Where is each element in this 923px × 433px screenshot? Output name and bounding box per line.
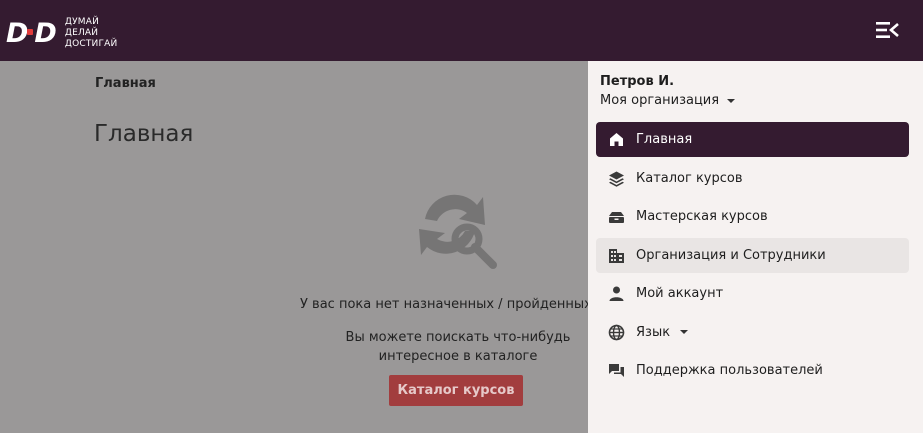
organization-select[interactable]: Моя организация — [600, 93, 736, 108]
nav-item-label: Мой аккаунт — [636, 286, 724, 301]
globe-icon — [608, 324, 625, 341]
person-icon — [608, 285, 625, 302]
menu-collapse-button[interactable] — [874, 18, 902, 42]
caret-down-icon — [680, 330, 689, 334]
menu-collapse-icon — [876, 22, 899, 38]
nav-item-label: Организация и Сотрудники — [636, 247, 826, 263]
drawer-nav: Главная Каталог курсов Мастерская курсов… — [596, 122, 909, 392]
page-title: Главная — [94, 121, 194, 147]
caret-down-icon — [727, 98, 736, 103]
main-content: Главная Главная У вас пока нет назначенн… — [0, 61, 620, 433]
user-name: Петров И. — [600, 74, 675, 89]
nav-item-workshop[interactable]: Мастерская курсов — [596, 199, 909, 234]
nav-item-account[interactable]: Мой аккаунт — [596, 276, 909, 311]
refresh-search-icon — [419, 194, 497, 269]
logo-tagline: ДУМАЙ ДЕЛАЙ ДОСТИГАЙ — [65, 17, 118, 50]
nav-item-label: Мастерская курсов — [636, 209, 768, 224]
organization-label: Моя организация — [600, 93, 720, 108]
tagline-line-1: ДУМАЙ — [64, 17, 100, 27]
nav-item-catalog[interactable]: Каталог курсов — [596, 161, 909, 196]
layers-icon — [608, 170, 625, 187]
logo[interactable]: DD ДУМАЙ ДЕЛАЙ ДОСТИГАЙ — [6, 17, 117, 50]
nav-item-support[interactable]: Поддержка пользователей — [596, 353, 909, 388]
nav-item-language[interactable]: Язык — [596, 315, 909, 350]
catalog-button[interactable]: Каталог курсов — [389, 375, 523, 406]
top-bar: DD ДУМАЙ ДЕЛАЙ ДОСТИГАЙ — [0, 0, 923, 61]
workshop-icon — [608, 208, 625, 225]
logo-mark: DD — [6, 18, 57, 49]
nav-item-label: Главная — [636, 132, 693, 147]
home-icon — [608, 131, 625, 148]
nav-item-home[interactable]: Главная — [596, 122, 909, 157]
building-icon — [608, 247, 625, 264]
tagline-line-3: ДОСТИГАЙ — [64, 39, 118, 49]
nav-item-label: Поддержка пользователей — [636, 363, 823, 378]
side-drawer: Петров И. Моя организация Главная Катало… — [588, 61, 923, 433]
empty-state-message: У вас пока нет назначенных / пройденных … — [300, 297, 620, 312]
tagline-line-2: ДЕЛАЙ — [64, 28, 99, 38]
breadcrumb[interactable]: Главная — [95, 76, 156, 91]
nav-item-organization[interactable]: Организация и Сотрудники — [596, 237, 909, 273]
chat-icon — [608, 362, 625, 379]
nav-item-label: Язык — [636, 324, 671, 340]
nav-item-label: Каталог курсов — [636, 170, 743, 186]
